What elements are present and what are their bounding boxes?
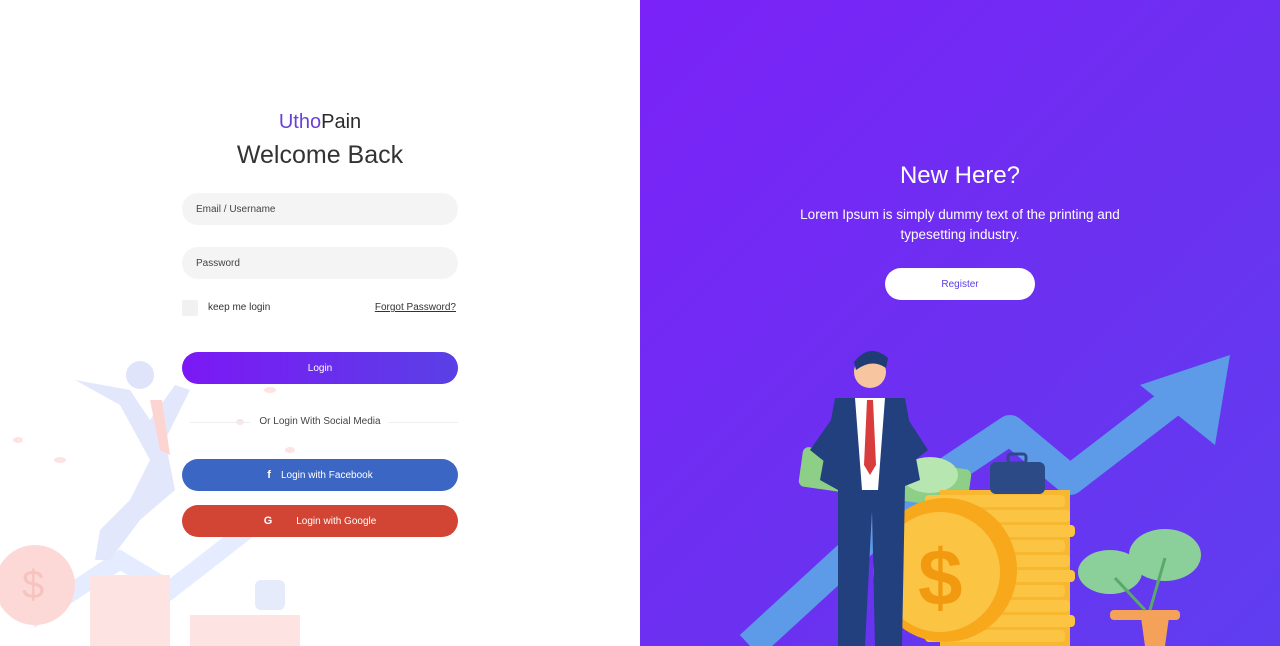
forgot-password-link[interactable]: Forgot Password? <box>375 302 456 313</box>
register-heading: New Here? <box>899 162 1021 189</box>
businessman-illustration: $ <box>739 350 1230 646</box>
google-login-label: Login with Google <box>296 515 377 527</box>
login-panel: $ UthoPain Welcome Back keep me login Fo… <box>0 0 640 646</box>
facebook-login-label: Login with Facebook <box>280 469 373 481</box>
email-field[interactable] <box>182 193 458 225</box>
register-description: Lorem Ipsum is simply dummy text of the … <box>800 207 1120 242</box>
page-title: Welcome Back <box>236 141 404 169</box>
brand-logo: UthoPain <box>278 111 362 133</box>
facebook-login-button[interactable]: f Login with Facebook <box>182 459 458 491</box>
social-divider: Or Login With Social Media <box>182 414 458 430</box>
password-field[interactable] <box>182 247 458 279</box>
keep-login-label: keep me login <box>208 302 271 313</box>
login-button[interactable]: Login <box>182 352 458 384</box>
google-login-button[interactable]: G Login with Google <box>182 505 458 537</box>
login-options-row: keep me login Forgot Password? <box>182 300 458 318</box>
register-panel: New Here? Lorem Ipsum is simply dummy te… <box>640 0 1280 646</box>
svg-text:$: $ <box>918 533 963 622</box>
facebook-icon: f <box>267 469 271 481</box>
keep-login-checkbox[interactable] <box>182 300 198 316</box>
register-button[interactable]: Register <box>885 268 1035 300</box>
google-icon: G <box>263 515 273 527</box>
login-form: UthoPain Welcome Back keep me login Forg… <box>182 108 458 537</box>
svg-text:$: $ <box>22 563 44 607</box>
